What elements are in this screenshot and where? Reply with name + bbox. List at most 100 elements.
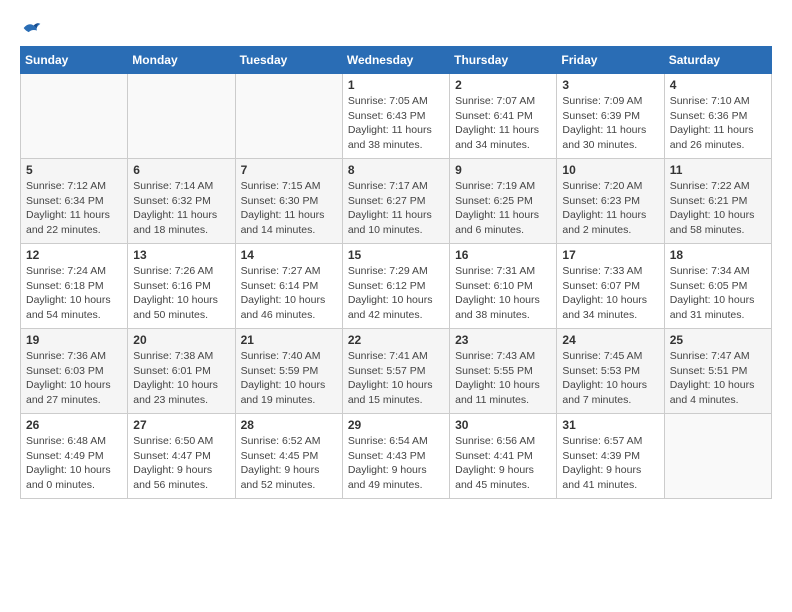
day-info: Sunrise: 7:31 AMSunset: 6:10 PMDaylight:… <box>455 264 551 323</box>
day-number: 13 <box>133 248 229 262</box>
day-info: Sunrise: 7:05 AMSunset: 6:43 PMDaylight:… <box>348 94 444 153</box>
calendar-cell: 11 Sunrise: 7:22 AMSunset: 6:21 PMDayligh… <box>664 159 771 244</box>
day-number: 2 <box>455 78 551 92</box>
day-info: Sunrise: 6:50 AMSunset: 4:47 PMDaylight:… <box>133 434 229 493</box>
day-number: 31 <box>562 418 658 432</box>
day-info: Sunrise: 7:14 AMSunset: 6:32 PMDaylight:… <box>133 179 229 238</box>
calendar-cell: 31 Sunrise: 6:57 AMSunset: 4:39 PMDayligh… <box>557 414 664 499</box>
day-number: 4 <box>670 78 766 92</box>
day-info: Sunrise: 6:52 AMSunset: 4:45 PMDaylight:… <box>241 434 337 493</box>
day-info: Sunrise: 7:27 AMSunset: 6:14 PMDaylight:… <box>241 264 337 323</box>
calendar-cell: 18 Sunrise: 7:34 AMSunset: 6:05 PMDayligh… <box>664 244 771 329</box>
day-info: Sunrise: 7:43 AMSunset: 5:55 PMDaylight:… <box>455 349 551 408</box>
calendar-cell: 16 Sunrise: 7:31 AMSunset: 6:10 PMDayligh… <box>450 244 557 329</box>
week-row-1: 1 Sunrise: 7:05 AMSunset: 6:43 PMDaylight… <box>21 74 772 159</box>
calendar-cell <box>664 414 771 499</box>
calendar-cell: 17 Sunrise: 7:33 AMSunset: 6:07 PMDayligh… <box>557 244 664 329</box>
day-info: Sunrise: 7:22 AMSunset: 6:21 PMDaylight:… <box>670 179 766 238</box>
calendar-cell: 2 Sunrise: 7:07 AMSunset: 6:41 PMDaylight… <box>450 74 557 159</box>
weekday-header-wednesday: Wednesday <box>342 47 449 74</box>
weekday-header-thursday: Thursday <box>450 47 557 74</box>
day-number: 15 <box>348 248 444 262</box>
day-info: Sunrise: 7:33 AMSunset: 6:07 PMDaylight:… <box>562 264 658 323</box>
calendar-cell: 5 Sunrise: 7:12 AMSunset: 6:34 PMDaylight… <box>21 159 128 244</box>
calendar-cell <box>21 74 128 159</box>
day-info: Sunrise: 7:12 AMSunset: 6:34 PMDaylight:… <box>26 179 122 238</box>
day-info: Sunrise: 6:48 AMSunset: 4:49 PMDaylight:… <box>26 434 122 493</box>
day-info: Sunrise: 6:54 AMSunset: 4:43 PMDaylight:… <box>348 434 444 493</box>
day-info: Sunrise: 7:20 AMSunset: 6:23 PMDaylight:… <box>562 179 658 238</box>
day-number: 27 <box>133 418 229 432</box>
weekday-header-friday: Friday <box>557 47 664 74</box>
day-number: 16 <box>455 248 551 262</box>
calendar-cell: 22Sunrise: 7:41 AMSunset: 5:57 PMDayligh… <box>342 329 449 414</box>
week-row-4: 19 Sunrise: 7:36 AMSunset: 6:03 PMDayligh… <box>21 329 772 414</box>
logo <box>20 20 42 36</box>
calendar-cell: 15 Sunrise: 7:29 AMSunset: 6:12 PMDayligh… <box>342 244 449 329</box>
day-info: Sunrise: 7:36 AMSunset: 6:03 PMDaylight:… <box>26 349 122 408</box>
calendar-cell: 28 Sunrise: 6:52 AMSunset: 4:45 PMDayligh… <box>235 414 342 499</box>
day-info: Sunrise: 7:47 AMSunset: 5:51 PMDaylight:… <box>670 349 766 408</box>
weekday-header-sunday: Sunday <box>21 47 128 74</box>
calendar-cell: 23 Sunrise: 7:43 AMSunset: 5:55 PMDayligh… <box>450 329 557 414</box>
day-number: 5 <box>26 163 122 177</box>
day-number: 19 <box>26 333 122 347</box>
day-info: Sunrise: 7:19 AMSunset: 6:25 PMDaylight:… <box>455 179 551 238</box>
day-number: 8 <box>348 163 444 177</box>
day-info: Sunrise: 7:34 AMSunset: 6:05 PMDaylight:… <box>670 264 766 323</box>
week-row-5: 26 Sunrise: 6:48 AMSunset: 4:49 PMDayligh… <box>21 414 772 499</box>
calendar-cell: 25 Sunrise: 7:47 AMSunset: 5:51 PMDayligh… <box>664 329 771 414</box>
day-info: Sunrise: 6:57 AMSunset: 4:39 PMDaylight:… <box>562 434 658 493</box>
day-number: 25 <box>670 333 766 347</box>
week-row-2: 5 Sunrise: 7:12 AMSunset: 6:34 PMDaylight… <box>21 159 772 244</box>
calendar-cell: 12 Sunrise: 7:24 AMSunset: 6:18 PMDayligh… <box>21 244 128 329</box>
day-number: 6 <box>133 163 229 177</box>
calendar-cell: 24Sunrise: 7:45 AMSunset: 5:53 PMDayligh… <box>557 329 664 414</box>
day-number: 18 <box>670 248 766 262</box>
calendar-cell: 27 Sunrise: 6:50 AMSunset: 4:47 PMDayligh… <box>128 414 235 499</box>
calendar-cell: 14 Sunrise: 7:27 AMSunset: 6:14 PMDayligh… <box>235 244 342 329</box>
calendar-cell: 4 Sunrise: 7:10 AMSunset: 6:36 PMDaylight… <box>664 74 771 159</box>
calendar-cell: 7 Sunrise: 7:15 AMSunset: 6:30 PMDaylight… <box>235 159 342 244</box>
calendar-cell: 6 Sunrise: 7:14 AMSunset: 6:32 PMDaylight… <box>128 159 235 244</box>
day-number: 12 <box>26 248 122 262</box>
day-info: Sunrise: 7:40 AMSunset: 5:59 PMDaylight:… <box>241 349 337 408</box>
day-info: Sunrise: 7:09 AMSunset: 6:39 PMDaylight:… <box>562 94 658 153</box>
page-header <box>20 20 772 36</box>
day-number: 22 <box>348 333 444 347</box>
day-number: 14 <box>241 248 337 262</box>
day-info: Sunrise: 6:56 AMSunset: 4:41 PMDaylight:… <box>455 434 551 493</box>
day-number: 21 <box>241 333 337 347</box>
day-info: Sunrise: 7:07 AMSunset: 6:41 PMDaylight:… <box>455 94 551 153</box>
calendar-cell <box>128 74 235 159</box>
day-info: Sunrise: 7:17 AMSunset: 6:27 PMDaylight:… <box>348 179 444 238</box>
day-number: 30 <box>455 418 551 432</box>
logo-bird-icon <box>22 20 42 36</box>
day-number: 17 <box>562 248 658 262</box>
day-number: 7 <box>241 163 337 177</box>
weekday-header-tuesday: Tuesday <box>235 47 342 74</box>
day-number: 24 <box>562 333 658 347</box>
weekday-header-row: SundayMondayTuesdayWednesdayThursdayFrid… <box>21 47 772 74</box>
calendar-cell: 3 Sunrise: 7:09 AMSunset: 6:39 PMDaylight… <box>557 74 664 159</box>
day-number: 23 <box>455 333 551 347</box>
week-row-3: 12 Sunrise: 7:24 AMSunset: 6:18 PMDayligh… <box>21 244 772 329</box>
day-number: 11 <box>670 163 766 177</box>
calendar-cell: 10Sunrise: 7:20 AMSunset: 6:23 PMDayligh… <box>557 159 664 244</box>
day-number: 1 <box>348 78 444 92</box>
day-info: Sunrise: 7:10 AMSunset: 6:36 PMDaylight:… <box>670 94 766 153</box>
calendar-cell: 30 Sunrise: 6:56 AMSunset: 4:41 PMDayligh… <box>450 414 557 499</box>
day-number: 20 <box>133 333 229 347</box>
day-number: 28 <box>241 418 337 432</box>
day-number: 29 <box>348 418 444 432</box>
day-info: Sunrise: 7:29 AMSunset: 6:12 PMDaylight:… <box>348 264 444 323</box>
day-info: Sunrise: 7:26 AMSunset: 6:16 PMDaylight:… <box>133 264 229 323</box>
calendar-cell: 9Sunrise: 7:19 AMSunset: 6:25 PMDaylight… <box>450 159 557 244</box>
calendar-cell: 29 Sunrise: 6:54 AMSunset: 4:43 PMDayligh… <box>342 414 449 499</box>
day-number: 3 <box>562 78 658 92</box>
day-info: Sunrise: 7:15 AMSunset: 6:30 PMDaylight:… <box>241 179 337 238</box>
day-info: Sunrise: 7:24 AMSunset: 6:18 PMDaylight:… <box>26 264 122 323</box>
day-info: Sunrise: 7:38 AMSunset: 6:01 PMDaylight:… <box>133 349 229 408</box>
day-number: 26 <box>26 418 122 432</box>
calendar-cell: 26 Sunrise: 6:48 AMSunset: 4:49 PMDayligh… <box>21 414 128 499</box>
